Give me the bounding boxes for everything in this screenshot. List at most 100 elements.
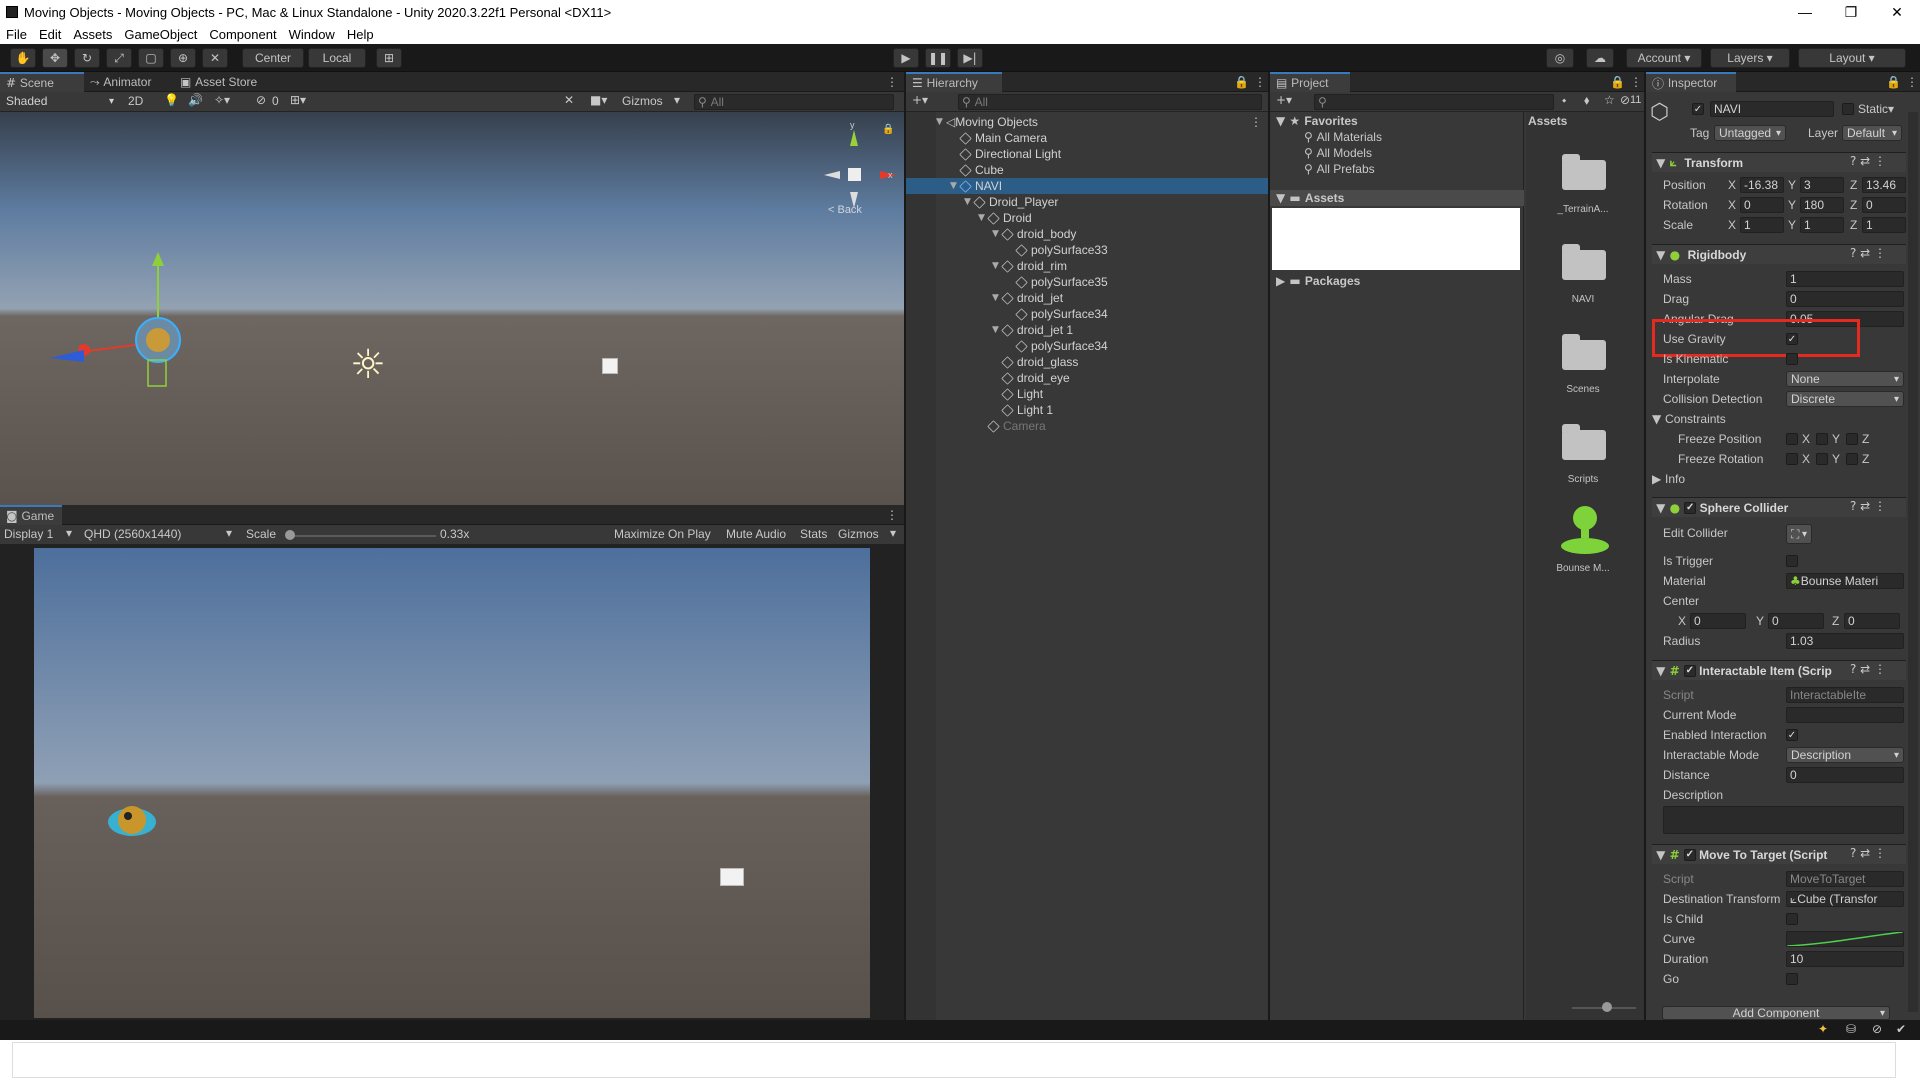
interactable-mode-dropdown[interactable]: Description [1786,747,1904,763]
material-field[interactable]: ♣ Bounse Materi [1786,573,1904,589]
scene-search-input[interactable]: ⚲ All [694,94,894,110]
transform-tool-icon[interactable]: ⊕ [170,48,196,68]
go-checkbox[interactable] [1786,973,1798,985]
navi-move-handles-icon[interactable] [40,252,200,392]
status-cache-icon[interactable]: ⛁ [1846,1022,1856,1036]
game-gizmos-dropdown[interactable]: Gizmos [838,527,879,541]
move-to-target-help-icon[interactable]: ? ⇄ ⋮ [1850,846,1886,860]
scale-slider-thumb[interactable] [285,530,295,540]
fav-all-models[interactable]: ⚲ All Models [1304,146,1372,160]
curve-field[interactable] [1786,931,1904,947]
lock-icon[interactable]: 🔒 [882,124,894,135]
rotate-tool-icon[interactable]: ↻ [74,48,100,68]
freeze-y-checkbox[interactable] [1816,433,1828,445]
hierarchy-item[interactable]: Main Camera [936,130,1266,146]
hierarchy-item[interactable]: ▼ Droid [936,210,1266,226]
asset-terrain-label[interactable]: _TerrainA... [1548,204,1618,215]
menu-edit[interactable]: Edit [33,27,67,42]
display-dropdown[interactable]: Display 1 [4,527,53,541]
rect-tool-icon[interactable]: ▢ [138,48,164,68]
hierarchy-item[interactable]: ▼ ◁ Moving Objects ⋮ [936,114,1266,130]
grid-icon[interactable]: ⊞▾ [290,93,306,107]
folder-icon[interactable] [1562,424,1606,460]
destination-transform-field[interactable]: ⟀ Cube (Transfor [1786,891,1904,907]
project-hidden-icon[interactable]: ⊘ [1620,93,1630,107]
axis-y-field[interactable]: 180 [1800,197,1844,213]
audio-icon[interactable]: 🔊 [188,93,203,107]
tab-hierarchy[interactable]: ☰ Hierarchy [906,72,1002,92]
assets-folder[interactable]: ▼ ▬ Assets [1276,191,1344,205]
hierarchy-search-input[interactable]: ⚲ All [958,94,1262,110]
move-tool-icon[interactable]: ✥ [42,48,68,68]
maximize-button[interactable]: ❐ [1828,0,1874,24]
search-by-label-icon[interactable]: ⬧ [1584,93,1589,108]
hierarchy-item[interactable]: ▼ droid_rim [936,258,1266,274]
axis-y-field[interactable]: 0 [1768,613,1824,629]
inspector-lock-icon[interactable]: 🔒 [1880,72,1901,92]
distance-field[interactable]: 0 [1786,767,1904,783]
constraints-foldout[interactable]: ▼ Constraints [1652,412,1726,426]
scale-tool-icon[interactable]: ⤢ [106,48,132,68]
move-script-field[interactable]: MoveToTarget [1786,871,1904,887]
scene-menu-icon[interactable]: ⋮ [880,72,900,92]
play-button[interactable]: ▶ [893,48,919,68]
hand-tool-icon[interactable]: ✋ [10,48,36,68]
inspector-menu-icon[interactable]: ⋮ [1900,72,1920,92]
axis-x-field[interactable]: 1 [1740,217,1784,233]
hierarchy-item[interactable]: polySurface33 [936,242,1266,258]
freeze-z-checkbox[interactable] [1846,453,1858,465]
effects-icon[interactable]: ✧▾ [214,93,230,107]
hierarchy-item[interactable]: polySurface34 [936,338,1266,354]
folder-icon[interactable] [1562,334,1606,370]
interactable-enabled-checkbox[interactable]: ✓ [1683,664,1696,677]
status-progress-icon[interactable]: ✦ [1818,1022,1828,1036]
scene-menu-icon[interactable]: ⋮ [1250,115,1262,129]
menu-window[interactable]: Window [283,27,341,42]
layers-dropdown[interactable]: Layers ▾ [1710,48,1790,68]
collision-detection-dropdown[interactable]: Discrete [1786,391,1904,407]
tab-asset-store[interactable]: ▣ Asset Store [174,72,284,92]
menu-gameobject[interactable]: GameObject [118,27,203,42]
hierarchy-item[interactable]: ▼ droid_jet [936,290,1266,306]
tab-scene[interactable]: # Scene [0,72,84,92]
axis-z-field[interactable]: 13.46 [1862,177,1906,193]
object-name-field[interactable]: NAVI [1710,101,1834,117]
shading-mode-dropdown[interactable]: Shaded [2,93,118,109]
fav-all-materials[interactable]: ⚲ All Materials [1304,130,1382,144]
tools-icon[interactable]: ✕ [564,93,574,107]
mass-field[interactable]: 1 [1786,271,1904,287]
hierarchy-item[interactable]: ▼ Droid_Player [936,194,1266,210]
axis-x-field[interactable]: 0 [1690,613,1746,629]
hierarchy-item[interactable]: Light 1 [936,402,1266,418]
inspector-scrollbar[interactable] [1908,112,1918,1012]
sphere-collider-help-icon[interactable]: ? ⇄ ⋮ [1850,499,1886,513]
interactable-help-icon[interactable]: ? ⇄ ⋮ [1850,662,1886,676]
hierarchy-item[interactable]: droid_glass [936,354,1266,370]
sphere-collider-enabled-checkbox[interactable]: ✓ [1684,501,1697,514]
scene-gizmos-dropdown[interactable]: Gizmos [622,94,663,108]
layer-dropdown[interactable]: Default [1842,125,1902,141]
is-kinematic-checkbox[interactable] [1786,353,1798,365]
static-checkbox[interactable] [1842,103,1854,115]
axis-x-field[interactable]: -16.38 [1740,177,1784,193]
step-button[interactable]: ▶| [957,48,983,68]
radius-field[interactable]: 1.03 [1786,633,1904,649]
move-to-target-enabled-checkbox[interactable]: ✓ [1683,848,1696,861]
freeze-x-checkbox[interactable] [1786,453,1798,465]
directional-light-icon[interactable]: ☼ [350,342,386,388]
is-trigger-checkbox[interactable] [1786,555,1798,567]
hierarchy-item[interactable]: Camera [936,418,1266,434]
tab-animator[interactable]: ⤳ Animator [84,72,174,92]
rigidbody-help-icon[interactable]: ? ⇄ ⋮ [1850,246,1886,260]
physics-material-icon[interactable] [1558,502,1612,558]
freeze-z-checkbox[interactable] [1846,433,1858,445]
status-debug-icon[interactable]: ⊘ [1872,1022,1882,1036]
hidden-objects-icon[interactable]: ⊘ [256,93,266,107]
freeze-x-checkbox[interactable] [1786,433,1798,445]
hierarchy-item[interactable]: Cube [936,162,1266,178]
stats-toggle[interactable]: Stats [800,527,827,541]
mute-audio-toggle[interactable]: Mute Audio [726,527,786,541]
add-component-button[interactable]: Add Component [1662,1006,1890,1020]
enabled-interaction-checkbox[interactable]: ✓ [1786,729,1798,741]
status-check-icon[interactable]: ✔ [1896,1022,1906,1036]
